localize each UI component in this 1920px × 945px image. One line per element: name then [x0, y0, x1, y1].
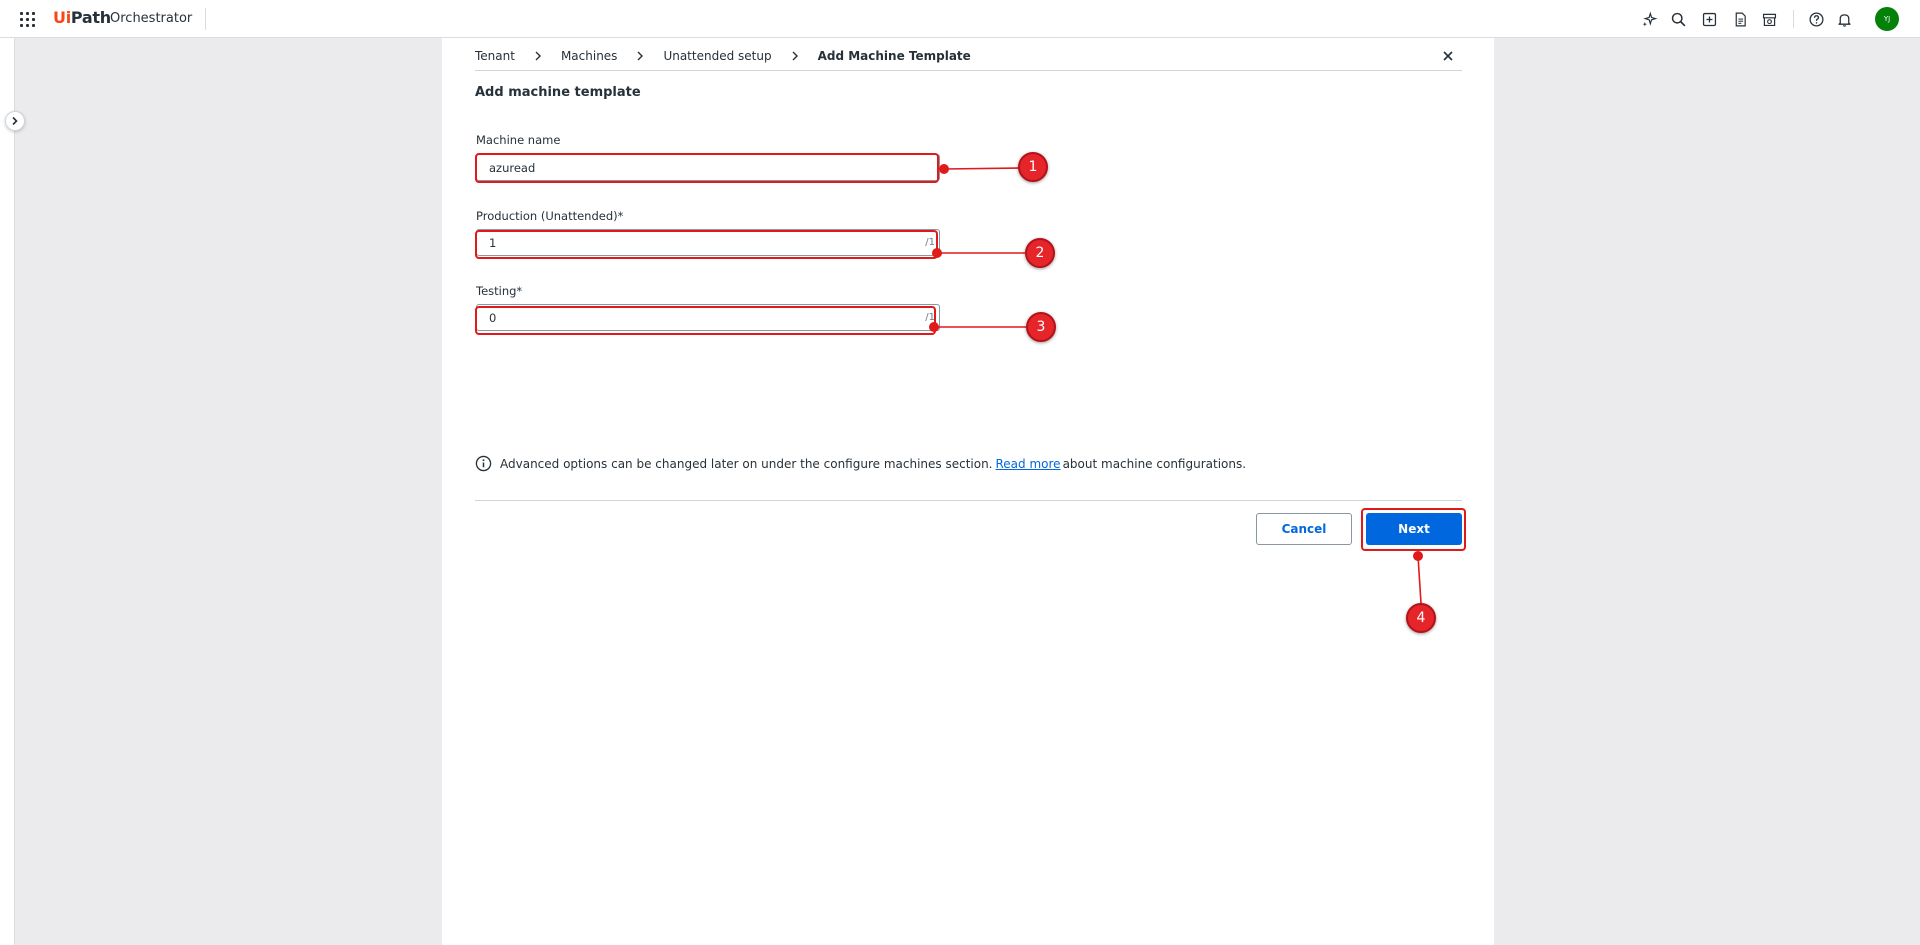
production-max: /1: [925, 237, 935, 248]
breadcrumb-machines[interactable]: Machines: [561, 49, 617, 63]
production-input[interactable]: 1 /1: [476, 229, 940, 256]
top-divider: [205, 8, 206, 30]
chevron-right-icon: [617, 51, 663, 61]
close-icon: [1443, 51, 1453, 61]
search-icon[interactable]: [1668, 9, 1688, 29]
machine-name-input[interactable]: azuread: [476, 154, 940, 181]
chevron-right-icon: [12, 116, 18, 126]
machine-name-label: Machine name: [476, 133, 561, 147]
testing-input[interactable]: 0 /1: [476, 304, 940, 331]
page-title: Add machine template: [475, 85, 641, 100]
testing-label: Testing*: [476, 284, 523, 298]
logo-prefix: Ui: [53, 8, 71, 27]
chevron-right-icon: [772, 51, 818, 61]
expand-sidebar-button[interactable]: [5, 111, 25, 131]
production-value: 1: [489, 235, 497, 250]
help-icon[interactable]: [1806, 9, 1826, 29]
info-text-after: about machine configurations.: [1062, 456, 1247, 471]
breadcrumb: Tenant Machines Unattended setup Add Mac…: [475, 46, 971, 66]
logo-suffix: Path: [70, 8, 111, 27]
notifications-bell-icon[interactable]: [1834, 9, 1854, 29]
read-more-link[interactable]: Read more: [996, 457, 1061, 471]
info-message: Advanced options can be changed later on…: [475, 455, 1246, 472]
top-icons-separator: [1793, 10, 1794, 28]
apps-grid-icon[interactable]: [20, 12, 35, 27]
testing-max: /1: [925, 312, 935, 323]
header-divider: [475, 70, 1462, 71]
breadcrumb-unattended-setup[interactable]: Unattended setup: [663, 49, 771, 63]
add-machine-template-panel: Tenant Machines Unattended setup Add Mac…: [442, 38, 1494, 945]
next-button[interactable]: Next: [1366, 513, 1462, 545]
app-name: Orchestrator: [110, 11, 193, 26]
footer-divider: [475, 500, 1462, 501]
chevron-right-icon: [515, 51, 561, 61]
top-bar: UiPath Orchestrator YJ: [0, 0, 1920, 38]
production-label: Production (Unattended)*: [476, 209, 624, 223]
machine-name-value: azuread: [489, 160, 536, 175]
testing-value: 0: [489, 310, 497, 325]
breadcrumb-add-machine-template: Add Machine Template: [817, 49, 971, 63]
marketplace-icon[interactable]: [1759, 9, 1779, 29]
info-text-before: Advanced options can be changed later on…: [500, 456, 993, 471]
uipath-logo[interactable]: UiPath: [53, 8, 111, 27]
autopilot-sparkle-icon[interactable]: [1639, 9, 1659, 29]
document-icon[interactable]: [1730, 9, 1750, 29]
left-nav-rail: [0, 38, 15, 945]
info-icon: [475, 455, 492, 472]
user-avatar[interactable]: YJ: [1875, 7, 1899, 31]
cancel-button[interactable]: Cancel: [1256, 513, 1352, 545]
breadcrumb-tenant[interactable]: Tenant: [475, 49, 515, 63]
add-icon[interactable]: [1699, 9, 1719, 29]
close-button[interactable]: [1438, 46, 1458, 66]
